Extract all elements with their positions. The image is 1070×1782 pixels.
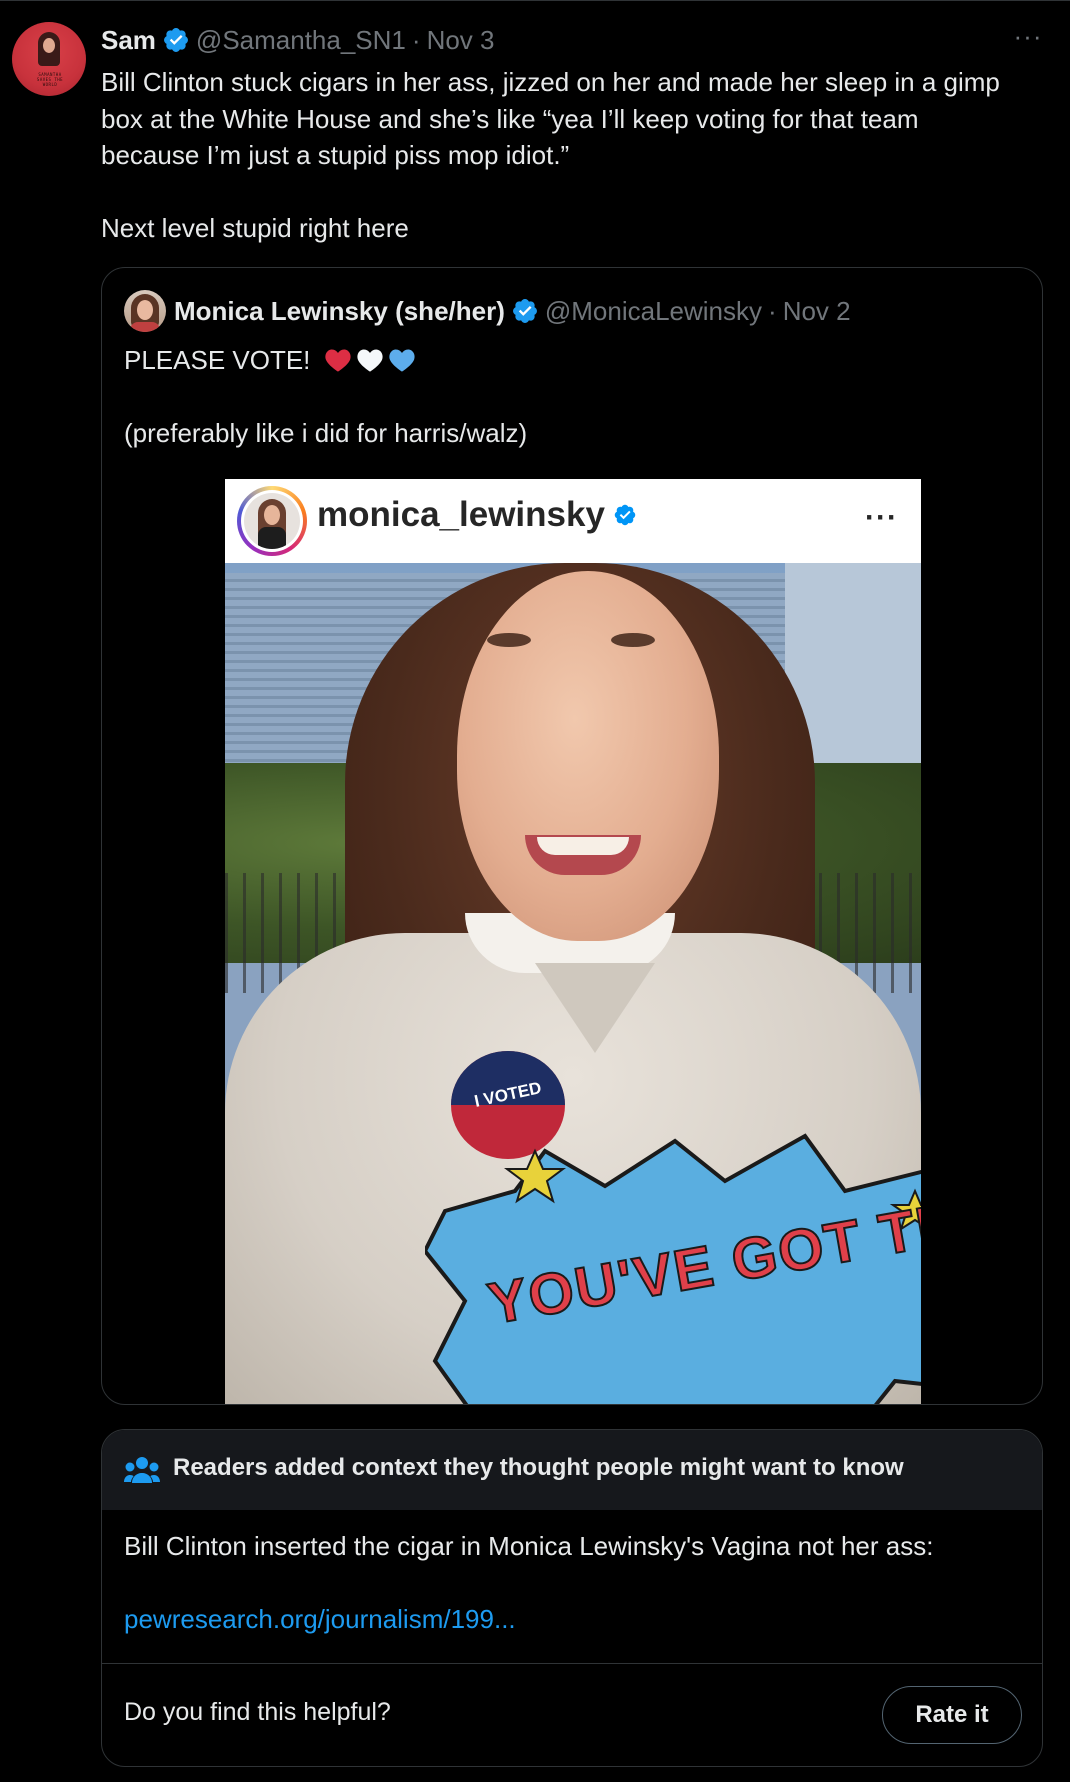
instagram-verified-icon	[614, 504, 636, 526]
quote-text-paragraph-1: PLEASE VOTE!	[124, 342, 1004, 379]
tweet-body: Bill Clinton stuck cigars in her ass, ji…	[101, 64, 1021, 246]
tweet-date[interactable]: Nov 3	[427, 25, 495, 56]
author-handle[interactable]: @Samantha_SN1	[196, 25, 406, 56]
photo-eye-right	[611, 633, 655, 647]
tweet-text-paragraph-2: Next level stupid right here	[101, 212, 409, 243]
quote-header: Monica Lewinsky (she/her) @MonicaLewinsk…	[124, 290, 851, 332]
community-people-icon	[124, 1457, 160, 1483]
photo-sweater-v	[535, 963, 655, 1053]
community-note-text: Bill Clinton inserted the cigar in Monic…	[124, 1531, 934, 1561]
instagram-avatar	[244, 493, 300, 549]
rate-it-button[interactable]: Rate it	[882, 1686, 1022, 1744]
community-note-source-link[interactable]: pewresearch.org/journalism/199...	[124, 1604, 516, 1635]
blue-heart-icon	[389, 349, 415, 372]
verified-badge-icon	[163, 28, 188, 52]
photo-eye-left	[487, 633, 531, 647]
quoted-tweet[interactable]: Monica Lewinsky (she/her) @MonicaLewinsk…	[101, 267, 1043, 1405]
author-name[interactable]: Sam	[101, 25, 156, 56]
avatar-face	[137, 300, 153, 320]
avatar-shirt	[130, 322, 160, 332]
ring-inner	[241, 490, 303, 552]
community-note-title: Readers added context they thought peopl…	[173, 1454, 904, 1481]
community-note-divider	[102, 1663, 1042, 1664]
author-avatar[interactable]: SAMANTHA SAVES THE WORLD	[12, 22, 86, 96]
quote-author-name[interactable]: Monica Lewinsky (she/her)	[174, 296, 505, 327]
community-note: Readers added context they thought peopl…	[101, 1429, 1043, 1767]
quote-media-image[interactable]: monica_lewinsky ··· I VOTED YOU'VE GOT T…	[225, 479, 921, 1404]
avatar-face	[264, 505, 280, 525]
instagram-post-header: monica_lewinsky ···	[225, 479, 921, 563]
selfie-photo: I VOTED YOU'VE GOT THE POWER!	[225, 563, 921, 1404]
instagram-story-ring	[237, 486, 307, 556]
more-options-button[interactable]: ···	[1010, 23, 1046, 52]
quote-author-avatar[interactable]	[124, 290, 166, 332]
quote-body: PLEASE VOTE! (preferably like i did for …	[124, 342, 1004, 451]
instagram-more-icon: ···	[865, 501, 898, 534]
instagram-username-text: monica_lewinsky	[317, 495, 605, 534]
community-note-header: Readers added context they thought peopl…	[102, 1430, 1042, 1510]
tweet-text-paragraph-1: Bill Clinton stuck cigars in her ass, ji…	[101, 67, 1000, 170]
tweet-header: Sam @Samantha_SN1 · Nov 3	[101, 22, 494, 58]
quote-header-separator: ·	[768, 295, 777, 326]
top-divider	[0, 0, 1070, 1]
avatar-face	[43, 38, 55, 53]
instagram-username: monica_lewinsky	[317, 495, 637, 535]
avatar-text: SAMANTHA SAVES THE WORLD	[36, 72, 64, 87]
red-heart-icon	[325, 349, 351, 372]
avatar-body	[258, 527, 286, 549]
photo-face	[457, 571, 719, 941]
quote-author-handle[interactable]: @MonicaLewinsky	[545, 296, 762, 327]
quote-text-line-1: PLEASE VOTE!	[124, 345, 311, 375]
photo-teeth	[537, 837, 629, 855]
verified-badge-icon	[512, 299, 537, 323]
quote-text-paragraph-2: (preferably like i did for harris/walz)	[124, 417, 528, 448]
quote-date[interactable]: Nov 2	[783, 296, 851, 327]
helpful-question: Do you find this helpful?	[124, 1698, 391, 1726]
header-separator: ·	[411, 24, 421, 55]
white-heart-icon	[357, 349, 383, 372]
